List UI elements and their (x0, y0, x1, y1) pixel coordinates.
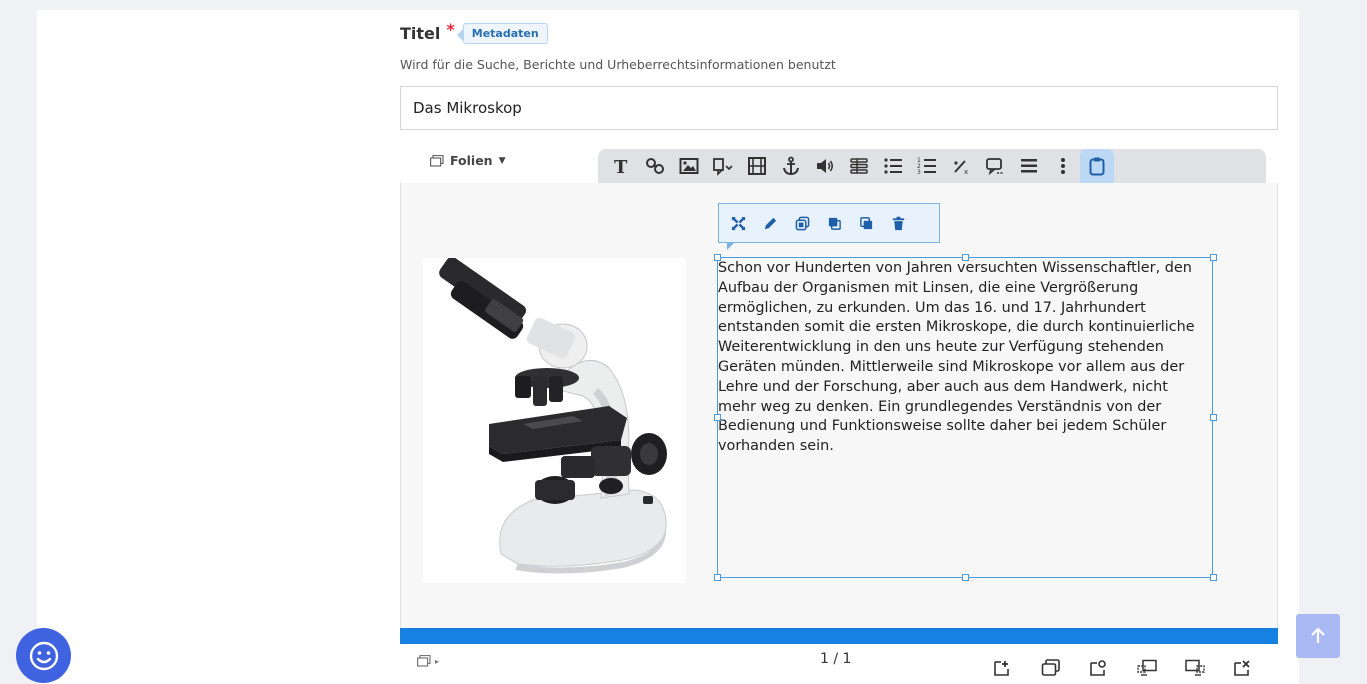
slide-text: Schon vor Hunderten von Jahren versuchte… (718, 260, 1195, 455)
video-icon[interactable] (740, 149, 774, 183)
image-icon[interactable] (672, 149, 706, 183)
slide-settings-icon[interactable] (1086, 658, 1111, 678)
slide-progress-bar (400, 628, 1278, 644)
edit-icon[interactable] (759, 212, 781, 234)
required-mark: * (446, 20, 455, 39)
chevron-right-icon: ▸ (435, 656, 440, 666)
resize-handle[interactable] (962, 574, 969, 581)
bulleted-list-icon[interactable] (1012, 149, 1046, 183)
link-icon[interactable] (638, 149, 672, 183)
metadata-badge[interactable]: Metadaten (456, 23, 548, 44)
resize-handle[interactable] (962, 254, 969, 261)
resize-handle[interactable] (1210, 414, 1217, 421)
microscope-image[interactable] (423, 256, 686, 583)
resize-handle[interactable] (1210, 254, 1217, 261)
title-help-text: Wird für die Suche, Berichte und Urheber… (400, 57, 836, 72)
resize-handle[interactable] (1210, 574, 1217, 581)
fit-icon[interactable] (727, 212, 749, 234)
title-label: Titel (400, 24, 441, 43)
clipboard-icon[interactable] (1080, 149, 1114, 183)
move-slide-left-icon[interactable] (1134, 658, 1159, 678)
speech-bubble-icon[interactable] (978, 149, 1012, 183)
copy-icon[interactable] (791, 212, 813, 234)
anchor-icon[interactable] (774, 149, 808, 183)
slide-counter: 1 / 1 (820, 651, 852, 667)
smiley-icon (29, 641, 58, 670)
slides-icon (417, 655, 431, 667)
table-icon[interactable] (842, 149, 876, 183)
clone-slide-icon[interactable] (1038, 658, 1063, 678)
chevron-down-icon: ▼ (498, 155, 506, 166)
delete-icon[interactable] (887, 212, 909, 234)
slide-text-box[interactable]: Schon vor Hunderten von Jahren versuchte… (717, 257, 1213, 578)
title-field-label: Titel * Metadaten (400, 20, 548, 44)
add-slide-icon[interactable] (990, 658, 1015, 678)
ordered-list-icon[interactable]: 123 (910, 149, 944, 183)
resize-handle[interactable] (714, 414, 721, 421)
editor-toolbar: T 123 x (598, 149, 1266, 183)
send-back-icon[interactable] (855, 212, 877, 234)
right-rail (1330, 10, 1367, 684)
arrow-up-icon (1311, 627, 1325, 643)
svg-text:3: 3 (917, 169, 921, 176)
list-icon[interactable] (876, 149, 910, 183)
slides-icon (430, 154, 444, 167)
svg-text:T: T (614, 157, 628, 176)
fraction-icon[interactable]: x (944, 149, 978, 183)
resize-handle[interactable] (714, 574, 721, 581)
delete-slide-icon[interactable] (1230, 658, 1255, 678)
slides-menu-label: Folien (450, 153, 493, 168)
more-icon[interactable] (1046, 149, 1080, 183)
move-slide-right-icon[interactable] (1182, 658, 1207, 678)
slides-menu[interactable]: Folien ▼ (430, 153, 506, 168)
svg-text:x: x (964, 168, 968, 176)
slide-list-toggle[interactable]: ▸ (417, 655, 439, 667)
slide-actions (990, 658, 1255, 678)
shape-icon[interactable] (706, 149, 740, 183)
audio-icon[interactable] (808, 149, 842, 183)
text-icon[interactable]: T (604, 149, 638, 183)
title-input[interactable]: Das Mikroskop (400, 86, 1278, 130)
scroll-to-top-button[interactable] (1296, 614, 1340, 658)
element-context-toolbar (718, 203, 940, 250)
bring-front-icon[interactable] (823, 212, 845, 234)
resize-handle[interactable] (714, 254, 721, 261)
chat-widget-button[interactable] (16, 628, 71, 683)
microscope-icon (439, 256, 667, 574)
